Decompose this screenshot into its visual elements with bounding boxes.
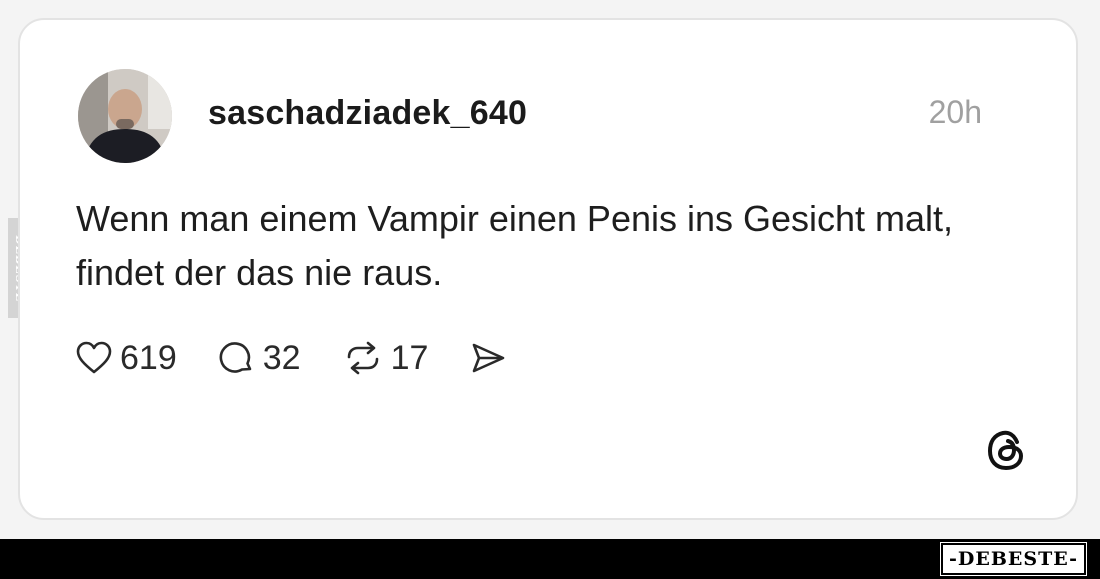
comment-bubble-icon [219, 340, 255, 376]
post-timestamp: 20h [928, 94, 982, 130]
bottom-bar: -DEBESTE- [0, 539, 1100, 579]
send-icon [470, 341, 506, 375]
post-text: Wenn man einem Vampir einen Penis ins Ge… [76, 198, 954, 293]
action-bar: 619 32 17 [76, 338, 548, 378]
share-button[interactable] [470, 341, 506, 375]
heart-icon [76, 341, 112, 375]
repost-button[interactable]: 17 [343, 338, 429, 378]
username[interactable]: saschadziadek_640 [208, 94, 527, 133]
avatar[interactable] [78, 69, 172, 163]
post-card: saschadziadek_640 20h Wenn man einem Vam… [18, 18, 1078, 520]
comment-count: 32 [262, 338, 301, 377]
comment-button[interactable]: 32 [219, 339, 301, 378]
brand-logo: -DEBESTE- [940, 542, 1087, 576]
repost-icon [343, 340, 383, 376]
like-count: 619 [120, 338, 177, 377]
repost-count: 17 [390, 338, 429, 377]
threads-logo-icon [984, 426, 1032, 474]
avatar-photo [78, 69, 172, 163]
like-button[interactable]: 619 [76, 339, 177, 378]
